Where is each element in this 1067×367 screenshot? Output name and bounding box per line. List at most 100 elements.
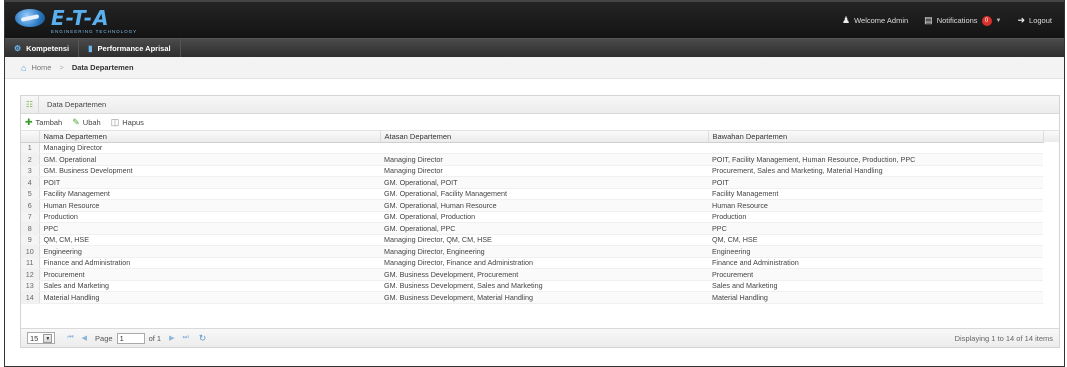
gear-icon: ⚙ [14,43,22,53]
data-grid: Nama Departemen Atasan Departemen Bawaha… [21,131,1059,317]
nama-cell: Human Resource [39,199,380,212]
nama-cell: Production [39,211,380,223]
pencil-icon: ✎ [72,116,80,127]
refresh-icon[interactable]: ↻ [199,333,207,344]
menu-item-label: Performance Aprisal [97,43,171,53]
column-header-atasan[interactable]: Atasan Departemen [380,131,709,143]
column-header-bawahan[interactable]: Bawahan Departemen [708,131,1044,143]
menu-item-performance-aprisal[interactable]: ▮ Performance Aprisal [79,39,181,57]
bawahan-cell: POIT, Facility Management, Human Resourc… [708,153,1043,166]
plus-icon: ✚ [25,116,33,127]
column-header-nama[interactable]: Nama Departemen [39,131,381,143]
nama-cell: Facility Management [39,188,380,200]
table-row[interactable]: 8 PPC GM. Operational, PPC PPC [21,222,1043,235]
row-number-cell: 5 [21,188,40,200]
delete-button[interactable]: ◫ Hapus [111,117,144,128]
atasan-cell [380,142,708,154]
atasan-cell: Managing Director [380,165,708,177]
page-total: of 1 [148,333,162,343]
table-row[interactable]: 6 Human Resource GM. Operational, Human Re… [21,199,1043,212]
atasan-cell: GM. Operational, Human Resource [380,199,708,212]
departemen-table: Nama Departemen Atasan Departemen Bawaha… [21,131,1044,304]
nama-cell: QM, CM, HSE [39,234,380,246]
logo-globe-icon [15,9,45,27]
welcome-user[interactable]: ♟ Welcome Admin [834,15,916,26]
menu-item-kompetensi[interactable]: ⚙ Kompetensi [5,39,80,57]
nama-cell: POIT [39,176,380,189]
row-number-header [21,131,40,143]
home-icon: ⌂ [21,62,27,73]
table-row[interactable]: 10 Engineering Managing Director, Engineer… [21,245,1043,258]
breadcrumb-home-link[interactable]: Home [31,63,51,72]
bawahan-cell: POIT [708,176,1043,189]
nama-cell: Finance and Administration [39,257,380,269]
table-body: 1 Managing Director 2 GM. Operational Managi… [21,142,1043,304]
table-row[interactable]: 7 Production GM. Operational, Production Pr… [21,211,1043,223]
nama-cell: Sales and Marketing [39,280,380,292]
table-header-row: Nama Departemen Atasan Departemen Bawaha… [21,131,1044,143]
atasan-cell: GM. Business Development, Procurement [380,268,708,281]
nama-cell: Material Handling [39,291,380,304]
nama-cell: GM. Business Development [39,165,380,177]
bawahan-cell: QM, CM, HSE [708,234,1043,246]
row-number-cell: 7 [21,211,40,223]
header-actions: ♟ Welcome Admin ▤ Notifications 0 ▼ ➜ Lo… [834,15,1060,26]
row-number-cell: 11 [21,257,40,269]
add-label: Tambah [35,117,63,127]
notifications-menu[interactable]: ▤ Notifications 0 ▼ [916,15,1009,26]
row-number-cell: 14 [21,291,40,304]
bawahan-cell: Engineering [708,245,1043,258]
pagination-bar: 15 ▼ ⏮ ◀ Page 1 of 1 ▶ ⏭ ↻ Displaying 1 … [21,328,1059,347]
logout-button[interactable]: ➜ Logout [1010,15,1061,26]
bawahan-cell: Procurement, Sales and Marketing, Materi… [708,165,1043,177]
atasan-cell: Managing Director, Finance and Administr… [380,257,708,269]
prev-page-icon[interactable]: ◀ [82,334,87,342]
table-row[interactable]: 9 QM, CM, HSE Managing Director, QM, CM, H… [21,234,1043,246]
edit-button[interactable]: ✎ Ubah [72,117,100,128]
panel-header: ☷ Data Departemen [21,96,1059,114]
row-number-cell: 10 [21,245,40,258]
notifications-label: Notifications [936,16,978,25]
bar-chart-icon: ▮ [88,43,93,53]
app-window: E-T-A ENGINEERING TECHNOLOGY ♟ Welcome A… [4,0,1065,367]
bawahan-cell: PPC [708,222,1043,235]
table-row[interactable]: 3 GM. Business Development Managing Direct… [21,165,1043,177]
grid-toolbar: ✚ Tambah ✎ Ubah ◫ Hapus [21,114,1059,131]
table-row[interactable]: 4 POIT GM. Operational, POIT POIT [21,176,1043,189]
page-number-input[interactable]: 1 [116,332,145,344]
table-row[interactable]: 2 GM. Operational Managing Director POIT, F… [21,153,1043,166]
row-number-cell: 4 [21,176,40,189]
nama-cell: PPC [39,222,380,235]
bawahan-cell [708,142,1043,154]
breadcrumb-separator: > [59,63,64,72]
company-logo[interactable]: E-T-A ENGINEERING TECHNOLOGY [15,8,136,35]
main-menu: ⚙ Kompetensi ▮ Performance Aprisal [5,38,1064,57]
table-row[interactable]: 11 Finance and Administration Managing Dir… [21,257,1043,269]
chevron-down-icon: ▼ [995,17,1002,24]
nama-cell: GM. Operational [39,153,380,166]
row-number-cell: 1 [21,142,40,154]
atasan-cell: GM. Business Development, Sales and Mark… [380,280,708,292]
next-page-icon[interactable]: ▶ [169,334,174,342]
delete-label: Hapus [122,117,144,127]
table-row[interactable]: 12 Procurement GM. Business Development, P… [21,268,1043,281]
atasan-cell: GM. Operational, Facility Management [380,188,708,200]
edit-label: Ubah [82,117,101,127]
top-header: E-T-A ENGINEERING TECHNOLOGY ♟ Welcome A… [5,0,1064,38]
header-scroll-spacer [1043,131,1059,142]
data-departemen-panel: ☷ Data Departemen ✚ Tambah ✎ Ubah ◫ Hapu… [20,95,1060,348]
bawahan-cell: Procurement [708,268,1043,281]
row-number-cell: 12 [21,268,40,281]
nama-cell: Engineering [39,245,380,258]
envelope-icon: ▤ [924,15,933,25]
atasan-cell: GM. Operational, POIT [380,176,708,189]
table-row[interactable]: 14 Material Handling GM. Business Developm… [21,291,1043,304]
grid-icon: ☷ [21,96,39,113]
add-button[interactable]: ✚ Tambah [25,117,62,128]
table-row[interactable]: 1 Managing Director [21,142,1043,154]
page-size-select[interactable]: 15 ▼ [27,332,56,344]
first-page-icon[interactable]: ⏮ [67,334,73,342]
table-row[interactable]: 13 Sales and Marketing GM. Business Develo… [21,280,1043,292]
table-row[interactable]: 5 Facility Management GM. Operational, Fac… [21,188,1043,200]
last-page-icon[interactable]: ⏭ [182,334,188,342]
